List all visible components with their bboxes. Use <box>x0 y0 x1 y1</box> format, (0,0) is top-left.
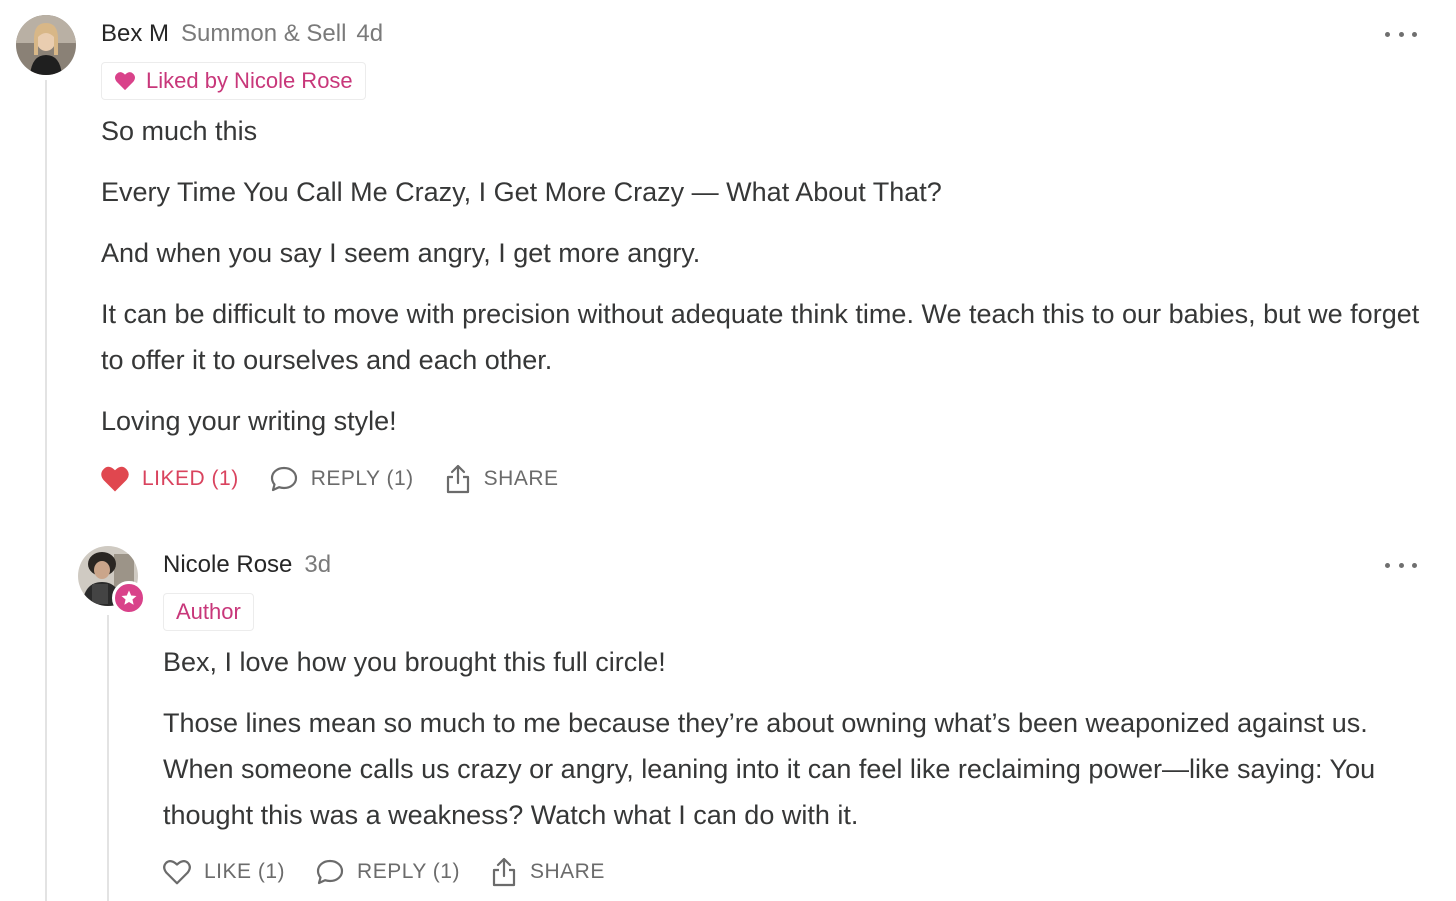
comment-body: Bex, I love how you brought this full ci… <box>163 639 1403 853</box>
share-icon <box>492 857 516 887</box>
comment-paragraph: Bex, I love how you brought this full ci… <box>163 647 666 677</box>
timestamp[interactable]: 4d <box>356 20 383 48</box>
comment-paragraph: Every Time You Call Me Crazy, I Get More… <box>101 177 942 207</box>
speech-bubble-icon <box>316 859 344 885</box>
thread-line <box>45 80 47 901</box>
comment-actions: LIKED (1) REPLY (1) SHARE <box>100 464 559 494</box>
share-button[interactable]: SHARE <box>490 857 605 887</box>
publication-name[interactable]: Summon & Sell <box>181 20 346 48</box>
liked-by-author-badge: Liked by Nicole Rose <box>101 62 366 100</box>
reply-button[interactable]: REPLY (1) <box>269 465 414 493</box>
reply-thread-line <box>107 615 109 901</box>
heart-outline-icon <box>163 860 191 885</box>
user-name[interactable]: Bex M <box>101 20 169 48</box>
dot-icon <box>1398 31 1404 37</box>
comment-actions: LIKE (1) REPLY (1) SHARE <box>162 857 605 887</box>
badge-label: Author <box>176 599 241 624</box>
comment-paragraph: So much this <box>101 116 258 146</box>
dot-icon <box>1412 562 1417 568</box>
like-button[interactable]: LIKE (1) <box>162 858 285 886</box>
share-icon <box>446 464 469 494</box>
comment-header: Nicole Rose 3d <box>163 551 331 579</box>
comment-thread: Bex M Summon & Sell 4d Liked by Nicole R… <box>0 0 1456 901</box>
comment-paragraph: And when you say I seem angry, I get mor… <box>101 238 701 268</box>
comment-header: Bex M Summon & Sell 4d <box>101 20 383 48</box>
comment-paragraph: It can be difficult to move with precisi… <box>101 299 1420 375</box>
comment-paragraph: Those lines mean so much to me because t… <box>163 708 1376 830</box>
user-name[interactable]: Nicole Rose <box>163 551 292 579</box>
star-icon <box>121 590 137 605</box>
author-badge: Author <box>163 593 254 631</box>
dot-icon <box>1385 562 1390 568</box>
avatar-bex-m[interactable] <box>16 15 76 75</box>
more-options-button[interactable] <box>1385 24 1417 44</box>
like-label: LIKE (1) <box>204 860 286 883</box>
author-star-badge <box>112 581 146 615</box>
timestamp[interactable]: 3d <box>304 551 331 579</box>
share-label: SHARE <box>483 467 559 490</box>
dot-icon <box>1412 31 1417 37</box>
badge-label: Liked by Nicole Rose <box>146 68 353 93</box>
dot-icon <box>1385 31 1390 37</box>
like-button[interactable]: LIKED (1) <box>100 465 239 493</box>
comment-body: So much this Every Time You Call Me Craz… <box>101 108 1421 459</box>
heart-icon <box>115 72 135 91</box>
reply-button[interactable]: REPLY (1) <box>315 858 460 886</box>
like-label: LIKED (1) <box>142 467 239 490</box>
reply-label: REPLY (1) <box>310 467 414 490</box>
speech-bubble-icon <box>270 466 297 492</box>
share-label: SHARE <box>529 860 605 883</box>
heart-filled-icon <box>101 466 129 492</box>
comment-paragraph: Loving your writing style! <box>101 406 397 436</box>
more-options-button[interactable] <box>1385 555 1417 575</box>
reply-label: REPLY (1) <box>357 860 460 883</box>
share-button[interactable]: SHARE <box>444 464 559 494</box>
dot-icon <box>1398 562 1404 568</box>
